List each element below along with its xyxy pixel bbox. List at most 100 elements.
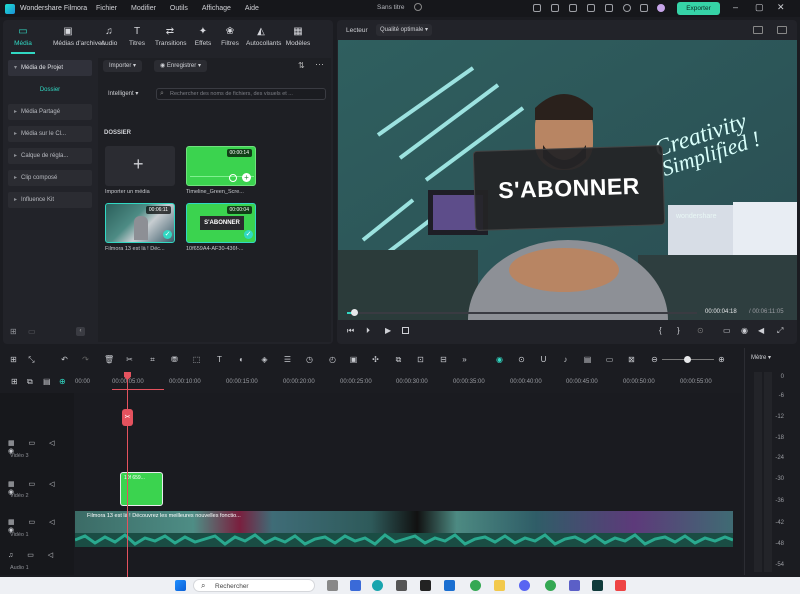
previous-frame-icon[interactable]: ⏮ [347,326,354,336]
select-tool-icon[interactable]: ⤡ [27,355,36,364]
ai-tool-icon[interactable]: ✣ [371,355,380,364]
link-icon[interactable]: ⧉ [27,377,33,387]
discord-icon[interactable] [519,580,530,591]
more-tools-icon[interactable]: » [460,355,469,364]
edge-icon[interactable] [372,580,383,591]
zoom-in-icon[interactable]: ⊕ [717,355,726,364]
collapse-sidebar-icon[interactable]: ‹ [76,327,85,336]
menu-outils[interactable]: Outils [170,5,188,12]
maximize-icon[interactable]: ▢ [755,2,764,13]
play-step-icon[interactable]: ⏵ [366,326,370,336]
timeline-clip-main[interactable]: Filmora 13 est là ! Découvrez les meille… [75,511,733,533]
quality-dropdown[interactable]: Qualité optimale ▾ [376,24,433,36]
playhead[interactable] [127,373,128,577]
auto-render-icon[interactable]: ◉ [495,355,504,364]
tab-stock-media[interactable]: ▣ Médias d'archives [53,27,105,48]
home-icon[interactable] [605,4,613,12]
teams-icon[interactable] [569,580,580,591]
progress-track[interactable] [347,309,697,316]
media-item-subscribe[interactable]: 00:00:04 S'ABONNER ✓ [186,203,256,243]
filmora-taskbar-icon[interactable] [592,580,603,591]
redo-icon[interactable]: ↷ [81,355,90,364]
crop-icon[interactable]: ⌗ [148,355,157,364]
track-controls[interactable]: ♫ ▭ ◁ [8,551,59,559]
track-area[interactable] [74,393,742,575]
snip-icon[interactable] [615,580,626,591]
gift-icon[interactable] [551,4,559,12]
outlook-icon[interactable] [444,580,455,591]
chart-icon[interactable] [777,26,787,34]
snapshot-icon[interactable] [753,26,763,34]
tab-audio[interactable]: ♫ Audio [94,27,124,48]
timeline-ruler[interactable]: 00:00 00:00:05:00 00:00:10:00 00:00:15:0… [74,373,744,393]
delete-icon[interactable]: 🗑 [104,355,114,364]
chrome-icon-2[interactable] [545,580,556,591]
text-tool-icon[interactable]: T [215,355,224,364]
sidebar-item-adjustment-layer[interactable]: ▸ Calque de régla... [8,148,92,164]
zoom-slider[interactable] [662,356,714,363]
add-icon[interactable]: + [242,173,251,182]
minimize-icon[interactable]: – [733,2,738,12]
progress-handle[interactable] [351,309,358,316]
sidebar-item-folder[interactable]: Dossier [8,82,92,98]
mark-in-icon[interactable]: { [659,326,662,335]
volume-icon[interactable]: ◀ [758,326,764,335]
playhead-split-icon[interactable]: ✂ [122,409,133,426]
add-track-icon[interactable]: ⊞ [11,377,18,386]
terminal-icon[interactable] [420,580,431,591]
sidebar-item-shared-media[interactable]: ▸ Média Partagé [8,104,92,120]
sidebar-item-project-media[interactable]: ▾ Média de Projet [8,60,92,76]
menu-fichier[interactable]: Fichier [96,5,117,12]
shield-icon[interactable]: ⊙ [517,355,526,364]
motion-track-icon[interactable]: ⬚ [192,355,201,364]
transform-icon[interactable]: ⊡ [416,355,425,364]
snap-icon[interactable]: ⊕ [59,377,66,386]
color-icon[interactable]: ◐ [237,355,246,364]
fullscreen-icon[interactable]: ⤢ [777,326,783,336]
menu-affichage[interactable]: Affichage [202,5,231,12]
subscribe-overlay[interactable]: S'ABONNER [472,145,666,231]
search-input[interactable]: ⌕ Rechercher des noms de fichiers, des v… [156,88,326,100]
speed-icon[interactable]: ◷ [305,355,314,364]
sort-dropdown[interactable]: Intelligent ▾ [103,88,144,100]
more-options-icon[interactable]: ⋯ [315,59,324,70]
sidebar-item-cloud-media[interactable]: ▸ Média sur le Cl... [8,126,92,142]
zoom-out-icon[interactable]: ⊖ [650,355,659,364]
headset-icon[interactable] [623,4,631,12]
grid-icon[interactable]: ⊞ [9,355,18,364]
meter-dropdown[interactable]: Mètre ▾ [751,354,771,361]
filter-sort-icon[interactable]: ⇅ [298,61,305,70]
taskbar-search[interactable]: ⌕ Rechercher [193,579,315,592]
tab-templates[interactable]: ▦ Modèles [283,27,313,48]
pip-icon[interactable]: ▭ [605,355,614,364]
freeze-icon[interactable]: ▣ [349,355,358,364]
explorer-icon[interactable] [494,580,505,591]
menu-modifier[interactable]: Modifier [131,5,156,12]
import-button[interactable]: Importer ▾ [103,60,143,72]
mark-out-icon[interactable]: } [677,326,680,335]
tab-effects[interactable]: ✦ Effets [188,27,218,48]
magnet-icon[interactable]: U [539,355,548,364]
sidebar-item-compound-clip[interactable]: ▸ Clip composé [8,170,92,186]
sidebar-item-influence-kit[interactable]: ▸ Influence Kit [8,192,92,208]
import-media-tile[interactable]: + [105,146,175,186]
folder-icon[interactable]: ▭ [28,327,36,336]
download-icon[interactable] [640,4,648,12]
microphone-icon[interactable]: ♪ [561,355,570,364]
audio-stretch-icon[interactable]: ◈ [260,355,269,364]
app-icon[interactable] [396,580,407,591]
video-preview[interactable]: Creativity Simplified ! wondershare S'AB… [338,40,797,320]
mark-icon[interactable]: ⊠ [627,355,636,364]
taskview-icon[interactable] [350,580,361,591]
widget-icon[interactable] [327,580,338,591]
export-button[interactable]: Exporter [677,2,720,15]
stop-icon[interactable] [402,327,409,334]
tab-transitions[interactable]: ⇄ Transitions [155,27,187,48]
start-icon[interactable] [175,580,186,591]
chrome-icon[interactable] [470,580,481,591]
voiceover-icon[interactable]: ▤ [583,355,592,364]
zoom-handle[interactable] [684,356,691,363]
display-icon[interactable]: ▭ [723,326,731,335]
favorite-icon[interactable] [229,174,237,182]
send-icon[interactable] [533,4,541,12]
